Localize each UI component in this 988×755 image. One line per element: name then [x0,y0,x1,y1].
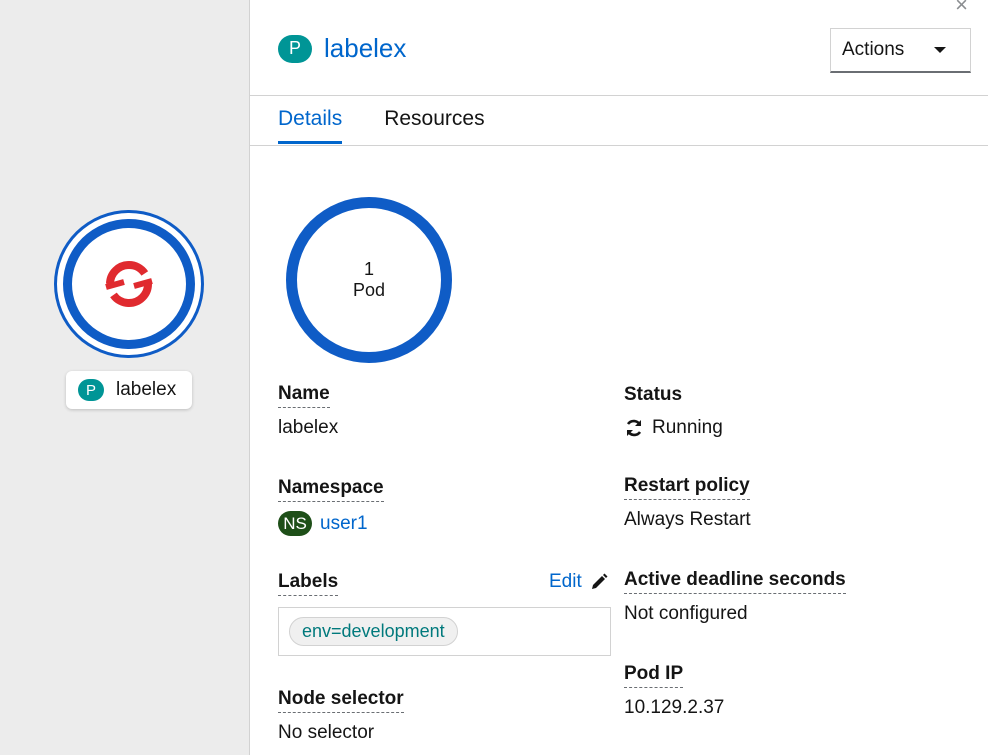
tab-bar: Details Resources [278,107,485,144]
node-selector-label: Node selector [278,688,404,713]
active-deadline-label: Active deadline seconds [624,569,846,594]
panel-title: P labelex [278,33,406,64]
label-chip[interactable]: env=development [289,617,458,646]
status-value: Running [624,417,723,439]
node-name: labelex [116,379,177,400]
actions-label: Actions [842,39,905,60]
pod-node[interactable] [54,210,204,358]
labels-label: Labels [278,571,339,596]
namespace-field: Namespace NS user1 [278,477,384,536]
namespace-label: Namespace [278,477,384,502]
divider [250,145,988,146]
pod-ip-field: Pod IP 10.129.2.37 [624,663,724,719]
node-selector-value: No selector [278,722,375,743]
openshift-logo-icon [105,261,153,307]
name-value: labelex [278,417,339,438]
caret-down-icon [934,47,946,53]
labels-field: Labels [278,571,339,596]
divider [250,95,988,96]
pod-count: 1 [363,259,374,279]
active-deadline-field: Active deadline seconds Not configured [624,569,846,625]
sync-icon [626,419,642,437]
namespace-link[interactable]: user1 [320,513,368,535]
close-icon[interactable]: × [955,0,968,18]
name-field: Name labelex [278,383,338,439]
name-label: Name [278,383,330,408]
pod-node-inner-ring [63,219,195,349]
edit-label: Edit [549,571,582,592]
status-field: Status Running [624,384,723,439]
topology-canvas[interactable]: P labelex [0,0,249,755]
ns-badge: NS [278,511,312,536]
node-selector-field: Node selector No selector [278,688,404,744]
pod-badge: P [78,379,104,401]
status-label: Status [624,384,683,405]
side-panel: × P labelex Actions Details Resources 1 … [249,0,988,755]
pencil-icon [591,573,608,589]
edit-labels-button[interactable]: Edit [549,571,608,593]
tab-resources[interactable]: Resources [384,107,484,144]
namespace-value: NS user1 [278,511,384,536]
pod-ip-label: Pod IP [624,663,684,688]
tab-details[interactable]: Details [278,107,343,144]
restart-policy-field: Restart policy Always Restart [624,475,751,531]
pod-unit: Pod [352,280,386,300]
status-text: Running [652,417,723,438]
active-deadline-value: Not configured [624,603,748,624]
restart-policy-value: Always Restart [624,509,751,530]
restart-policy-label: Restart policy [624,475,750,500]
node-label[interactable]: P labelex [66,371,192,409]
pod-ip-value: 10.129.2.37 [624,697,725,718]
actions-dropdown[interactable]: Actions [830,28,971,73]
page-title: labelex [324,33,407,63]
pod-count-donut: 1 Pod [286,197,452,363]
labels-box: env=development [278,607,611,656]
pod-badge: P [278,34,312,63]
